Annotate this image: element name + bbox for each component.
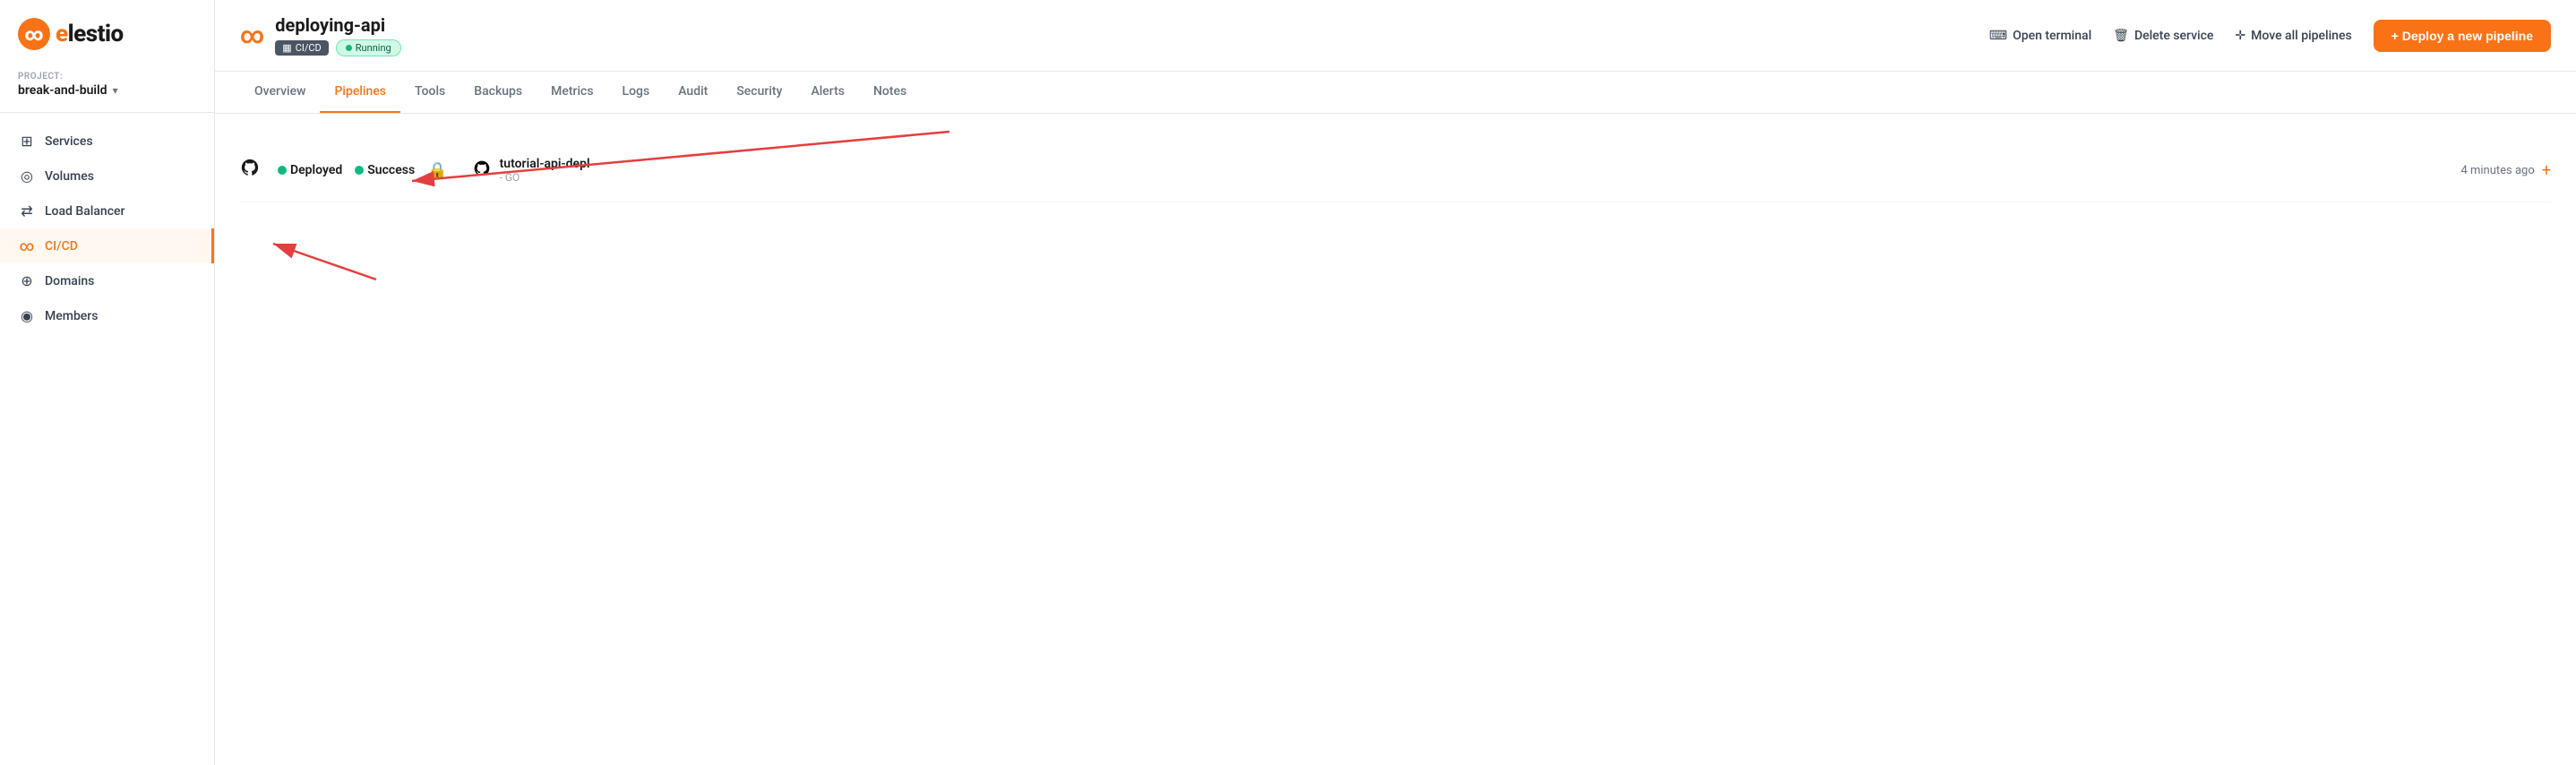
content-area: Deployed Success 🔒 tutorial-api-depl - G… — [215, 114, 2576, 765]
pipeline-info: tutorial-api-depl - GO — [473, 157, 590, 184]
sidebar-item-domains[interactable]: ⊕ Domains — [0, 263, 214, 298]
pipeline-lang: - GO — [500, 171, 590, 184]
sidebar-item-load-balancer[interactable]: ⇄ Load Balancer — [0, 193, 214, 228]
sidebar-item-volumes[interactable]: ◎ Volumes — [0, 159, 214, 193]
tab-tools[interactable]: Tools — [400, 72, 459, 113]
logo-text: elestio — [56, 21, 124, 47]
tab-pipelines[interactable]: Pipelines — [320, 72, 400, 113]
pipeline-github-icon — [473, 159, 491, 181]
delete-service-button[interactable]: 🗑 Delete service — [2113, 29, 2213, 43]
move-icon: ✛ — [2235, 29, 2245, 43]
add-pipeline-icon[interactable]: + — [2542, 161, 2551, 180]
deployed-dot-icon — [278, 166, 287, 175]
terminal-icon: ⌨ — [1989, 29, 2007, 43]
sidebar-item-label: Domains — [45, 274, 94, 288]
project-selector[interactable]: break-and-build ▾ — [18, 83, 196, 98]
logo-area: ∞ elestio — [0, 0, 214, 64]
tab-metrics[interactable]: Metrics — [537, 72, 607, 113]
logo-icon: ∞ — [18, 18, 50, 50]
loadbalancer-icon: ⇄ — [18, 202, 36, 219]
sidebar-item-members[interactable]: ◉ Members — [0, 298, 214, 333]
sidebar-item-label: Members — [45, 309, 98, 323]
success-dot-icon — [355, 166, 364, 175]
chevron-down-icon: ▾ — [113, 84, 118, 97]
success-status: Success — [355, 163, 415, 177]
service-infinity-icon: ∞ — [240, 22, 264, 49]
trash-icon: 🗑 — [2113, 29, 2129, 43]
pipeline-name-block: tutorial-api-depl - GO — [500, 157, 590, 184]
sidebar-item-label: Load Balancer — [45, 204, 125, 219]
cicd-badge-icon: ▦ — [282, 42, 291, 54]
sidebar-nav: ⊞ Services ◎ Volumes ⇄ Load Balancer ∞ C… — [0, 116, 214, 765]
project-name: break-and-build — [18, 83, 107, 98]
badge-group: ▦ CI/CD Running — [275, 39, 400, 56]
sidebar-item-services[interactable]: ⊞ Services — [0, 124, 214, 159]
tab-notes[interactable]: Notes — [859, 72, 921, 113]
service-title: deploying-api — [275, 14, 400, 36]
tab-bar: Overview Pipelines Tools Backups Metrics… — [215, 72, 2576, 114]
cicd-badge: ▦ CI/CD — [275, 40, 328, 56]
tab-alerts[interactable]: Alerts — [796, 72, 859, 113]
top-header: ∞ deploying-api ▦ CI/CD Running ⌨ — [215, 0, 2576, 72]
open-terminal-button[interactable]: ⌨ Open terminal — [1989, 29, 2091, 43]
deploy-pipeline-button[interactable]: + Deploy a new pipeline — [2374, 20, 2551, 52]
pipeline-row: Deployed Success 🔒 tutorial-api-depl - G… — [240, 139, 2551, 202]
pipeline-time: 4 minutes ago + — [2460, 161, 2551, 180]
sidebar-item-cicd[interactable]: ∞ CI/CD — [0, 228, 214, 263]
annotation-arrows — [215, 114, 2576, 765]
project-label: PROJECT: — [18, 72, 196, 82]
members-icon: ◉ — [18, 307, 36, 324]
tab-logs[interactable]: Logs — [608, 72, 665, 113]
github-icon — [240, 158, 260, 183]
tab-security[interactable]: Security — [722, 72, 796, 113]
running-badge: Running — [336, 39, 401, 56]
domains-icon: ⊕ — [18, 272, 36, 289]
sidebar-item-label: Services — [45, 134, 93, 149]
lock-icon: 🔒 — [427, 161, 447, 180]
move-pipelines-button[interactable]: ✛ Move all pipelines — [2235, 29, 2351, 43]
status-badges: Deployed Success 🔒 — [278, 161, 448, 180]
grid-icon: ⊞ — [18, 133, 36, 150]
sidebar-item-label: CI/CD — [45, 239, 78, 254]
cicd-icon: ∞ — [18, 237, 36, 254]
sidebar-item-label: Volumes — [45, 169, 94, 184]
service-title-block: deploying-api ▦ CI/CD Running — [275, 14, 400, 56]
service-info: ∞ deploying-api ▦ CI/CD Running — [240, 14, 401, 56]
tab-audit[interactable]: Audit — [664, 72, 722, 113]
pipeline-name: tutorial-api-depl — [500, 157, 590, 171]
sidebar: ∞ elestio PROJECT: break-and-build ▾ ⊞ S… — [0, 0, 215, 765]
tab-overview[interactable]: Overview — [240, 72, 320, 113]
volume-icon: ◎ — [18, 168, 36, 185]
header-actions: ⌨ Open terminal 🗑 Delete service ✛ Move … — [1989, 20, 2551, 52]
tab-backups[interactable]: Backups — [459, 72, 537, 113]
running-dot-icon — [346, 45, 352, 51]
main-content: ∞ deploying-api ▦ CI/CD Running ⌨ — [215, 0, 2576, 765]
project-section: PROJECT: break-and-build ▾ — [0, 64, 214, 108]
sidebar-divider — [0, 112, 214, 113]
deployed-status: Deployed — [278, 163, 342, 177]
